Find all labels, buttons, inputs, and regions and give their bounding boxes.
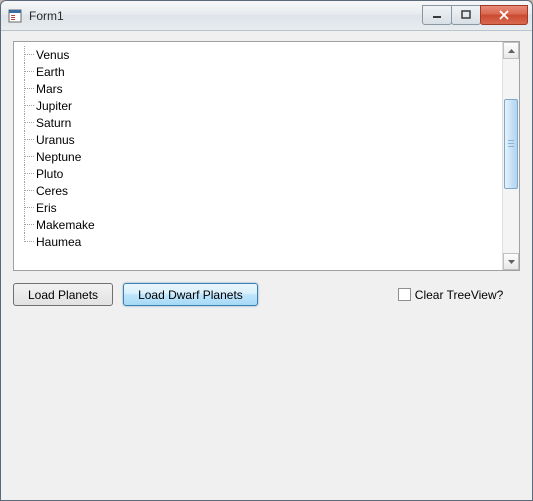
- clear-treeview-label[interactable]: Clear TreeView?: [415, 288, 504, 302]
- tree-item-label: Makemake: [36, 218, 95, 232]
- tree-item-label: Jupiter: [36, 99, 72, 113]
- tree-item[interactable]: Haumea: [16, 233, 500, 250]
- tree-item-label: Neptune: [36, 150, 81, 164]
- load-planets-button[interactable]: Load Planets: [13, 283, 113, 306]
- tree-item[interactable]: Eris: [16, 199, 500, 216]
- tree-item-label: Eris: [36, 201, 57, 215]
- tree-item[interactable]: Uranus: [16, 131, 500, 148]
- clear-treeview-checkbox[interactable]: [398, 288, 411, 301]
- close-button[interactable]: [480, 5, 528, 25]
- minimize-button[interactable]: [422, 5, 452, 25]
- window-title: Form1: [29, 9, 423, 23]
- app-icon: [7, 8, 23, 24]
- tree-item[interactable]: Jupiter: [16, 97, 500, 114]
- scroll-track[interactable]: [503, 59, 519, 253]
- application-window: Form1 Venus Earth Mars Jupiter Saturn Ur…: [0, 0, 533, 501]
- tree-item[interactable]: Venus: [16, 46, 500, 63]
- tree-item-label: Haumea: [36, 235, 81, 249]
- tree-item-label: Earth: [36, 65, 65, 79]
- titlebar[interactable]: Form1: [1, 1, 532, 31]
- tree-item[interactable]: Ceres: [16, 182, 500, 199]
- tree-item-label: Ceres: [36, 184, 68, 198]
- scroll-down-button[interactable]: [503, 253, 519, 270]
- scroll-up-button[interactable]: [503, 42, 519, 59]
- tree-item[interactable]: Earth: [16, 63, 500, 80]
- tree-item[interactable]: Pluto: [16, 165, 500, 182]
- load-dwarf-planets-button[interactable]: Load Dwarf Planets: [123, 283, 258, 306]
- button-row: Load Planets Load Dwarf Planets Clear Tr…: [13, 283, 520, 306]
- maximize-button[interactable]: [451, 5, 481, 25]
- tree-item[interactable]: Makemake: [16, 216, 500, 233]
- tree-item-label: Mars: [36, 82, 63, 96]
- scroll-thumb[interactable]: [504, 99, 518, 189]
- tree-item-label: Pluto: [36, 167, 63, 181]
- tree-item[interactable]: Saturn: [16, 114, 500, 131]
- window-control-buttons: [423, 6, 528, 25]
- treeview-list[interactable]: Venus Earth Mars Jupiter Saturn Uranus N…: [14, 42, 502, 270]
- tree-item-label: Saturn: [36, 116, 71, 130]
- tree-item-label: Venus: [36, 48, 69, 62]
- tree-item[interactable]: Mars: [16, 80, 500, 97]
- client-area: Venus Earth Mars Jupiter Saturn Uranus N…: [1, 31, 532, 500]
- tree-item-label: Uranus: [36, 133, 75, 147]
- clear-treeview-checkbox-group: Clear TreeView?: [398, 288, 504, 302]
- treeview-control[interactable]: Venus Earth Mars Jupiter Saturn Uranus N…: [13, 41, 520, 271]
- vertical-scrollbar[interactable]: [502, 42, 519, 270]
- tree-item[interactable]: Neptune: [16, 148, 500, 165]
